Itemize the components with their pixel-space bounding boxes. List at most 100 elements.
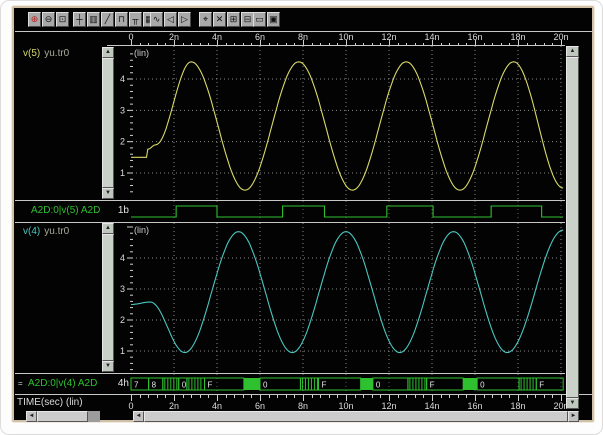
top-time-axis: 0 2n 4n 6n 8n 10n 12n 14n 16n 18n 20n bbox=[116, 32, 581, 46]
right-scrollbar[interactable]: ▲ ▼ bbox=[566, 46, 579, 409]
bus-value-label: F bbox=[208, 381, 213, 390]
axis-tick bbox=[139, 395, 141, 398]
axis-tick bbox=[234, 395, 236, 398]
bus-expand-marker[interactable]: = bbox=[18, 379, 23, 388]
zoom-area-icon[interactable]: ⊡ bbox=[56, 12, 69, 27]
bus-segment-busy bbox=[299, 377, 319, 391]
axis-tick-label: 20n bbox=[553, 32, 569, 42]
axis-tick bbox=[371, 395, 373, 398]
toolbar-group: ⌖ ✕ ⊞ ⊟ bbox=[199, 12, 254, 27]
bus-value-label: 7 bbox=[134, 381, 139, 390]
axis-tick bbox=[165, 395, 167, 398]
digital-plot-v5[interactable] bbox=[116, 201, 564, 221]
signal-label-v4[interactable]: v(4) yu.tr0 bbox=[23, 226, 69, 237]
zoom-in-icon[interactable]: ⊕ bbox=[28, 12, 41, 27]
axis-tick bbox=[492, 395, 494, 398]
axis-tick-label: 12n bbox=[381, 401, 397, 411]
time-scrollbar[interactable]: ◄ ► bbox=[133, 411, 579, 422]
select-point-icon[interactable]: ⌖ bbox=[199, 12, 212, 27]
axis-tick bbox=[311, 395, 313, 398]
scrollbar-thumb[interactable] bbox=[102, 58, 114, 188]
scroll-up-icon[interactable]: ▲ bbox=[566, 46, 579, 57]
marker-pair-icon[interactable]: ╥ bbox=[129, 12, 142, 27]
y-axis-label: 4 bbox=[120, 74, 125, 84]
axis-tick-label: 12n bbox=[381, 32, 397, 42]
bus-value-label: 8 bbox=[152, 381, 157, 390]
scroll-left-icon[interactable]: ◄ bbox=[133, 411, 144, 422]
axis-tick-label: 10n bbox=[338, 401, 354, 411]
analog-plot-v5[interactable]: 4 3 2 1 (lin) bbox=[116, 46, 564, 199]
scroll-up-icon[interactable]: ▲ bbox=[102, 47, 114, 58]
axis-tick-label: 2n bbox=[168, 401, 179, 411]
pulse-measure-icon[interactable]: ⊓ bbox=[115, 12, 128, 27]
panel1-scrollbar[interactable]: ▲ ▼ bbox=[102, 47, 114, 199]
ruler-icon[interactable]: ▥ bbox=[87, 12, 100, 27]
crosshair-icon[interactable]: ┼ bbox=[73, 12, 86, 27]
slope-measure-icon[interactable]: ╱ bbox=[101, 12, 114, 27]
signal-label-v5[interactable]: v(5) yu.tr0 bbox=[23, 48, 69, 59]
scrollbar-thumb[interactable] bbox=[102, 234, 114, 361]
y-axis-label: 1 bbox=[120, 168, 125, 178]
signal-source: yu.tr0 bbox=[44, 48, 70, 59]
toolbar-group: ∿ ◁ ▷ bbox=[150, 12, 191, 27]
bus-segment-busy bbox=[243, 378, 260, 390]
axis-tick-label: 4n bbox=[211, 401, 222, 411]
y-axis-label: 1 bbox=[120, 346, 125, 356]
axis-tick-label: 14n bbox=[424, 32, 440, 42]
prev-edge-icon[interactable]: ◁ bbox=[164, 12, 177, 27]
signal-label-a2d-v4[interactable]: A2D:0|v(4) A2D bbox=[28, 378, 97, 389]
expand-view-icon[interactable]: ▭ bbox=[253, 12, 266, 27]
axis-tick-label: 2n bbox=[168, 32, 179, 42]
axis-tick bbox=[208, 395, 210, 398]
axis-tick-label: 18n bbox=[510, 401, 526, 411]
axis-tick-label: 16n bbox=[467, 401, 483, 411]
screen: ⊕⊖⊡┼▥╱⊓╥▦∿◁▷⌖✕⊞⊟▭▣ 02n4n6n8n10n12n14n16n… bbox=[0, 0, 603, 435]
toolbar-group: ⊕ ⊖ ⊡ bbox=[28, 12, 69, 27]
next-edge-icon[interactable]: ▷ bbox=[178, 12, 191, 27]
bus-segment-busy bbox=[407, 377, 428, 391]
zoom-out-icon[interactable]: ⊖ bbox=[42, 12, 55, 27]
scroll-down-icon[interactable]: ▼ bbox=[102, 188, 114, 199]
scrollbar-thumb[interactable] bbox=[144, 411, 568, 422]
axis-tick bbox=[535, 395, 537, 398]
signal-label-a2d-v5[interactable]: A2D:0|v(5) A2D bbox=[31, 205, 100, 216]
axis-tick bbox=[526, 395, 528, 398]
bus-value-label: 0 bbox=[263, 381, 268, 390]
scroll-down-icon[interactable]: ▼ bbox=[566, 398, 579, 409]
panel2-scrollbar[interactable]: ▲ ▼ bbox=[102, 223, 114, 372]
axis-tick bbox=[156, 395, 158, 398]
analog-trace bbox=[131, 61, 564, 191]
scrollbar-thumb[interactable] bbox=[566, 57, 579, 398]
y-axis-label: 2 bbox=[120, 137, 125, 147]
delete-icon[interactable]: ✕ bbox=[213, 12, 226, 27]
axis-tick-label: 16n bbox=[467, 32, 483, 42]
bus-value-label: F bbox=[430, 381, 435, 390]
bus-plot-v4[interactable]: 7 8 0 F 0 F 0 F 0 F bbox=[116, 374, 564, 394]
axis-tick bbox=[440, 395, 442, 398]
axis-tick bbox=[500, 395, 502, 398]
y-axis-label: 2 bbox=[120, 315, 125, 325]
scroll-left-icon[interactable]: ◄ bbox=[26, 411, 37, 422]
scroll-up-icon[interactable]: ▲ bbox=[102, 223, 114, 234]
bus-segment-busy bbox=[463, 378, 478, 390]
digital-trace bbox=[131, 205, 564, 218]
axis-tick-label: 10n bbox=[338, 32, 354, 42]
scale-label: (lin) bbox=[134, 225, 149, 235]
axis-tick-label: 8n bbox=[297, 32, 308, 42]
axis-tick bbox=[328, 395, 330, 398]
signal-wave-icon[interactable]: ∿ bbox=[150, 12, 163, 27]
bus-value-label: F bbox=[539, 381, 544, 390]
add-panel-icon[interactable]: ⊞ bbox=[227, 12, 240, 27]
axis-tick bbox=[397, 395, 399, 398]
axis-tick bbox=[414, 395, 416, 398]
scroll-right-icon[interactable]: ► bbox=[568, 411, 579, 422]
analog-plot-v4[interactable]: 4 3 2 1 (lin) bbox=[116, 223, 564, 372]
label-panel-scrollbar[interactable]: ◄ bbox=[26, 411, 100, 422]
scroll-down-icon[interactable]: ▼ bbox=[102, 361, 114, 372]
bus-value-label: 0 bbox=[182, 381, 187, 390]
axis-tick-label: 6n bbox=[254, 32, 265, 42]
axis-tick bbox=[268, 395, 270, 398]
fit-view-icon[interactable]: ▣ bbox=[267, 12, 280, 27]
scrollbar-thumb[interactable] bbox=[37, 411, 88, 422]
toolbar-group: ┼▥╱⊓╥▦ bbox=[73, 12, 156, 27]
